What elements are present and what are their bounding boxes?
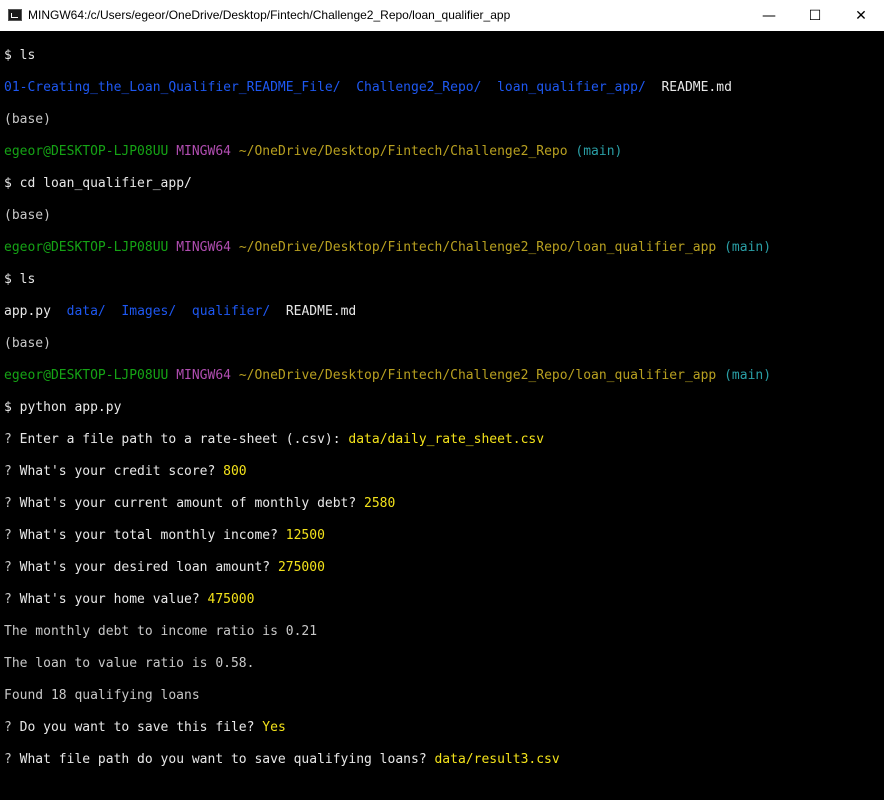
question-text: What's your current amount of monthly de… (19, 496, 357, 511)
terminal-app-icon (8, 9, 22, 21)
conda-env-line: (base) (4, 112, 884, 128)
answer-text: 475000 (207, 592, 255, 607)
answer-text: data/result3.csv (434, 752, 560, 767)
command-line: $ ls (4, 272, 884, 288)
answer-text: 2580 (364, 496, 396, 511)
file-entry: app.py (4, 304, 51, 319)
cwd-path: ~/OneDrive/Desktop/Fintech/Challenge2_Re… (238, 144, 568, 159)
dir-entry: Images/ (121, 304, 177, 319)
conda-env-line: (base) (4, 208, 884, 224)
answer-text: Yes (262, 720, 286, 735)
prompt-symbol: $ (4, 176, 12, 191)
terminal-output[interactable]: $ ls 01-Creating_the_Loan_Qualifier_READ… (0, 31, 884, 767)
maximize-button[interactable]: ☐ (792, 0, 838, 31)
question-line: ? What's your desired loan amount? 27500… (4, 560, 884, 576)
question-mark: ? (4, 752, 12, 767)
answer-text: 12500 (285, 528, 325, 543)
conda-env-line: (base) (4, 336, 884, 352)
output-line: The loan to value ratio is 0.58. (4, 656, 884, 672)
user-host: egeor@DESKTOP-LJP08UU (4, 144, 169, 159)
ls-output: 01-Creating_the_Loan_Qualifier_README_Fi… (4, 80, 884, 96)
git-branch: (main) (575, 144, 623, 159)
dir-entry: 01-Creating_the_Loan_Qualifier_README_Fi… (4, 80, 341, 95)
file-entry: README.md (285, 304, 357, 319)
user-host: egeor@DESKTOP-LJP08UU (4, 240, 169, 255)
conda-env: (base) (4, 208, 51, 223)
question-text: What's your home value? (19, 592, 200, 607)
git-branch: (main) (724, 368, 772, 383)
terminal-window: MINGW64:/c/Users/egeor/OneDrive/Desktop/… (0, 0, 884, 767)
prompt-symbol: $ (4, 400, 12, 415)
question-line: ? What's your total monthly income? 1250… (4, 528, 884, 544)
cwd-path: ~/OneDrive/Desktop/Fintech/Challenge2_Re… (238, 240, 717, 255)
question-mark: ? (4, 528, 12, 543)
ls-output: app.py data/ Images/ qualifier/ README.m… (4, 304, 884, 320)
cwd-path: ~/OneDrive/Desktop/Fintech/Challenge2_Re… (238, 368, 717, 383)
command-line: $ cd loan_qualifier_app/ (4, 176, 884, 192)
command-line: $ python app.py (4, 400, 884, 416)
question-line: ? What file path do you want to save qua… (4, 752, 884, 768)
answer-text: 275000 (277, 560, 325, 575)
conda-env: (base) (4, 112, 51, 127)
prompt-symbol: $ (4, 272, 12, 287)
prompt-line: egeor@DESKTOP-LJP08UU MINGW64 ~/OneDrive… (4, 368, 884, 384)
git-branch: (main) (724, 240, 772, 255)
question-text: What file path do you want to save quali… (19, 752, 427, 767)
close-button[interactable]: ✕ (838, 0, 884, 31)
question-line: ? Enter a file path to a rate-sheet (.cs… (4, 432, 884, 448)
question-text: What's your total monthly income? (19, 528, 278, 543)
shell-name: MINGW64 (176, 240, 231, 255)
output-text: The monthly debt to income ratio is 0.21 (4, 624, 318, 639)
command-ls: ls (19, 272, 36, 287)
shell-name: MINGW64 (176, 368, 231, 383)
command-ls: ls (19, 48, 36, 63)
title-bar[interactable]: MINGW64:/c/Users/egeor/OneDrive/Desktop/… (0, 0, 884, 31)
file-entry: README.md (661, 80, 732, 95)
question-text: What's your desired loan amount? (19, 560, 271, 575)
question-mark: ? (4, 496, 12, 511)
answer-text: 800 (223, 464, 247, 479)
dir-entry: loan_qualifier_app/ (497, 80, 646, 95)
dir-entry: data/ (66, 304, 106, 319)
question-text: Enter a file path to a rate-sheet (.csv)… (19, 432, 341, 447)
command-line: $ ls (4, 48, 884, 64)
prompt-line: egeor@DESKTOP-LJP08UU MINGW64 ~/OneDrive… (4, 144, 884, 160)
user-host: egeor@DESKTOP-LJP08UU (4, 368, 169, 383)
shell-name: MINGW64 (176, 144, 231, 159)
output-line: Found 18 qualifying loans (4, 688, 884, 704)
question-text: Do you want to save this file? (19, 720, 255, 735)
question-line: ? What's your home value? 475000 (4, 592, 884, 608)
prompt-symbol: $ (4, 48, 12, 63)
command-python: python app.py (19, 400, 122, 415)
question-line: ? What's your current amount of monthly … (4, 496, 884, 512)
question-line: ? Do you want to save this file? Yes (4, 720, 884, 736)
dir-entry: Challenge2_Repo/ (356, 80, 482, 95)
question-line: ? What's your credit score? 800 (4, 464, 884, 480)
question-mark: ? (4, 560, 12, 575)
question-mark: ? (4, 592, 12, 607)
output-text: Found 18 qualifying loans (4, 688, 200, 703)
dir-entry: qualifier/ (191, 304, 271, 319)
minimize-button[interactable]: — (746, 0, 792, 31)
command-cd: cd loan_qualifier_app/ (19, 176, 192, 191)
question-text: What's your credit score? (19, 464, 216, 479)
window-controls: — ☐ ✕ (746, 0, 884, 31)
prompt-line: egeor@DESKTOP-LJP08UU MINGW64 ~/OneDrive… (4, 240, 884, 256)
window-title: MINGW64:/c/Users/egeor/OneDrive/Desktop/… (28, 8, 511, 22)
output-line: The monthly debt to income ratio is 0.21 (4, 624, 884, 640)
answer-text: data/daily_rate_sheet.csv (348, 432, 545, 447)
output-text: The loan to value ratio is 0.58. (4, 656, 255, 671)
question-mark: ? (4, 464, 12, 479)
question-mark: ? (4, 432, 12, 447)
question-mark: ? (4, 720, 12, 735)
conda-env: (base) (4, 336, 51, 351)
